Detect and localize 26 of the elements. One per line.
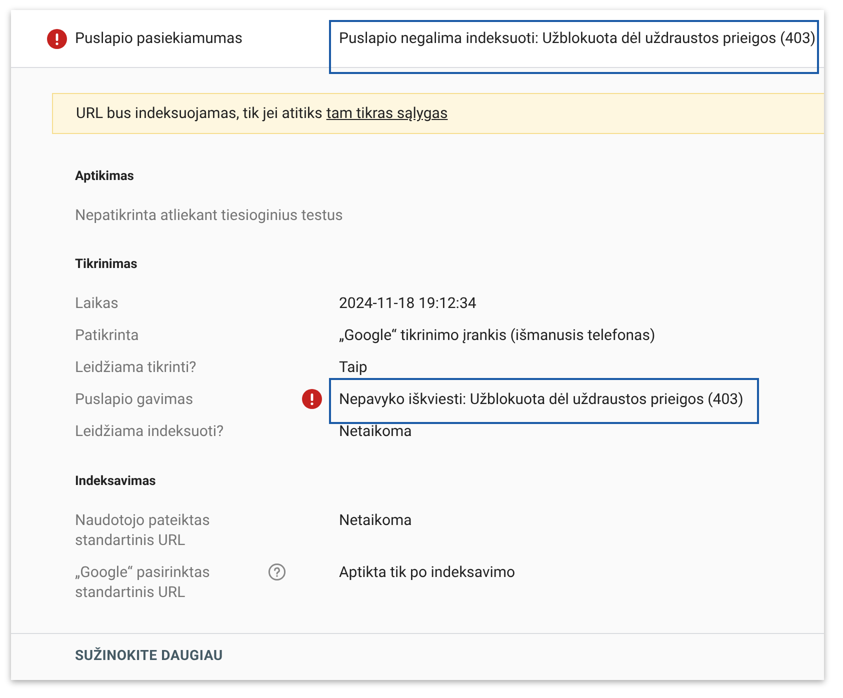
field-value: Taip bbox=[339, 358, 368, 376]
section-title: Indeksavimas bbox=[75, 472, 157, 491]
field-label: Leidžiama indeksuoti? bbox=[75, 420, 225, 441]
section-note: Nepatikrinta atliekant tiesioginius testus bbox=[75, 204, 344, 225]
field-value: Netaikoma bbox=[339, 510, 412, 529]
field-value: „Google“ tikrinimo įrankis (išmanusis telefonas) bbox=[339, 326, 656, 344]
field-value: Nepavyko iškviesti: Užblokuota dėl uždraustos prieigos (403) bbox=[339, 390, 744, 408]
error-icon bbox=[47, 28, 67, 49]
field-value: Aptikta tik po indeksavimo bbox=[339, 562, 516, 581]
field-label: Puslapio gavimas bbox=[75, 388, 194, 409]
field-label: Leidžiama tikrinti? bbox=[75, 356, 198, 377]
error-icon bbox=[302, 388, 322, 409]
status-value: Puslapio negalima indeksuoti: Užblokuota dėl uždraustos prieigos (403) bbox=[339, 28, 816, 50]
status-label: Puslapio pasiekiamumas bbox=[75, 28, 244, 50]
help-icon[interactable] bbox=[268, 562, 286, 581]
field-value: Netaikoma bbox=[339, 422, 412, 440]
field-label: Naudotojo pateiktas standartinis URL bbox=[75, 510, 211, 550]
field-label: Laikas bbox=[75, 292, 120, 313]
field-label: „Google“ pasirinktas standartinis URL bbox=[75, 562, 211, 602]
conditions-link[interactable]: tam tikras sąlygas bbox=[326, 102, 448, 125]
section-title: Aptikimas bbox=[75, 168, 135, 186]
field-value: 2024-11-18 19:12:34 bbox=[339, 294, 476, 312]
learn-more-link[interactable]: SUŽINOKITE DAUGIAU bbox=[75, 646, 223, 668]
banner-text: URL bus indeksuojamas, tik jei atitiks bbox=[76, 103, 322, 124]
section-title: Tikrinimas bbox=[75, 256, 138, 274]
field-label: Patikrinta bbox=[75, 324, 140, 345]
